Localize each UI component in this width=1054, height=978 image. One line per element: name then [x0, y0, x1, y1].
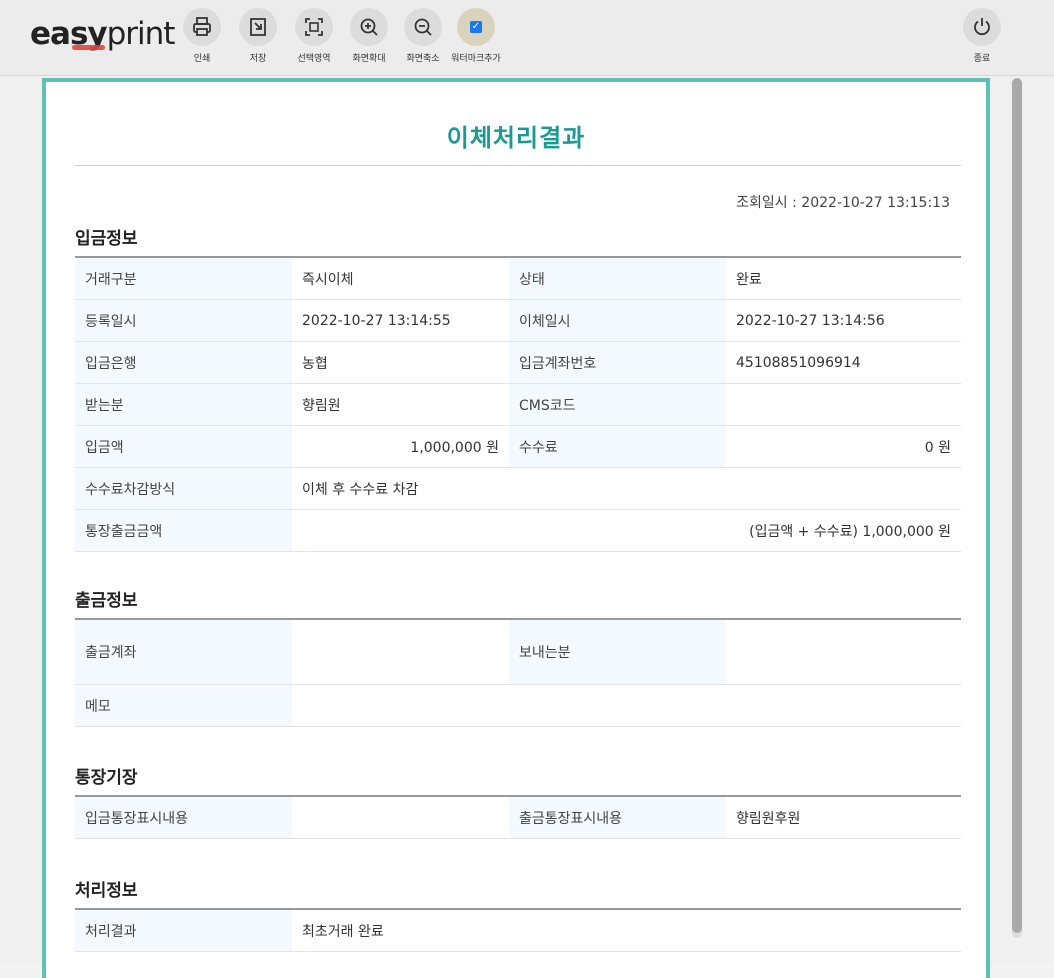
- table-row: 거래구분 즉시이체 상태 완료: [75, 256, 961, 300]
- watermark-label: 워터마크추가: [451, 54, 501, 64]
- deposit-heading: 입금정보: [75, 229, 138, 249]
- processing-table: 처리결과 최초거래 완료: [75, 908, 961, 952]
- label-cell: 메모: [75, 684, 292, 727]
- table-row: 입금통장표시내용 출금통장표시내용 향림원후원: [75, 795, 961, 839]
- label-cell: 처리결과: [75, 908, 292, 952]
- value-cell: 즉시이체: [292, 256, 509, 300]
- value-cell: 1,000,000 원: [292, 425, 509, 468]
- table-row: 받는분 향림원 CMS코드: [75, 383, 961, 426]
- toolbar: easyprint 인쇄 저장 선택영역 화면확대 화면축소 ✓ 워터마크추가 …: [0, 0, 1054, 76]
- checkbox-icon[interactable]: ✓: [470, 21, 482, 33]
- value-cell: 최초거래 완료: [292, 908, 961, 952]
- exit-button[interactable]: 종료: [950, 8, 1014, 64]
- label-cell: 상태: [509, 256, 726, 300]
- scrollbar-thumb[interactable]: [1012, 78, 1022, 933]
- value-cell: 이체 후 수수료 차감: [292, 467, 961, 510]
- value-cell: [726, 383, 961, 426]
- deposit-table: 거래구분 즉시이체 상태 완료 등록일시 2022-10-27 13:14:55…: [75, 256, 961, 552]
- document-page: 이체처리결과 조회일시 : 2022-10-27 13:15:13 입금정보 거…: [42, 78, 990, 978]
- save-icon: [250, 18, 266, 36]
- value-cell: [292, 795, 509, 839]
- withdrawal-heading: 출금정보: [75, 591, 138, 611]
- save-button[interactable]: 저장: [226, 8, 290, 64]
- value-cell: 완료: [726, 256, 961, 300]
- page-title: 이체처리결과: [446, 124, 586, 152]
- select-area-icon: [305, 18, 323, 36]
- label-cell: 보내는분: [509, 618, 726, 685]
- value-cell: (입금액 + 수수료) 1,000,000 원: [292, 509, 961, 552]
- table-row: 입금은행 농협 입금계좌번호 45108851096914: [75, 341, 961, 384]
- label-cell: 통장출금금액: [75, 509, 292, 552]
- value-cell: 45108851096914: [726, 341, 961, 384]
- value-cell: 향림원후원: [726, 795, 961, 839]
- zoom-in-icon: [360, 18, 378, 36]
- table-row: 출금계좌 보내는분: [75, 618, 961, 685]
- label-cell: 이체일시: [509, 299, 726, 342]
- label-cell: 출금계좌: [75, 618, 292, 685]
- table-row: 등록일시 2022-10-27 13:14:55 이체일시 2022-10-27…: [75, 299, 961, 342]
- table-row: 수수료차감방식 이체 후 수수료 차감: [75, 467, 961, 510]
- table-row: 처리결과 최초거래 완료: [75, 908, 961, 952]
- value-cell: [292, 618, 509, 685]
- value-cell: 0 원: [726, 425, 961, 468]
- printer-icon: [193, 17, 211, 36]
- label-cell: 거래구분: [75, 256, 292, 300]
- label-cell: 입금액: [75, 425, 292, 468]
- withdrawal-table: 출금계좌 보내는분 메모: [75, 618, 961, 727]
- value-cell: 2022-10-27 13:14:55: [292, 299, 509, 342]
- value-cell: 향림원: [292, 383, 509, 426]
- zoom-out-icon: [414, 18, 432, 36]
- print-button[interactable]: 인쇄: [170, 8, 234, 64]
- table-row: 메모: [75, 684, 961, 727]
- label-cell: 등록일시: [75, 299, 292, 342]
- value-cell: [292, 684, 961, 727]
- table-row: 입금액 1,000,000 원 수수료 0 원: [75, 425, 961, 468]
- passbook-heading: 통장기장: [75, 768, 138, 788]
- exit-label: 종료: [973, 54, 991, 64]
- label-cell: 받는분: [75, 383, 292, 426]
- label-cell: 입금계좌번호: [509, 341, 726, 384]
- label-cell: 출금통장표시내용: [509, 795, 726, 839]
- print-label: 인쇄: [193, 54, 211, 64]
- value-cell: 2022-10-27 13:14:56: [726, 299, 961, 342]
- value-cell: 농협: [292, 341, 509, 384]
- table-row: 통장출금금액 (입금액 + 수수료) 1,000,000 원: [75, 509, 961, 552]
- label-cell: 수수료차감방식: [75, 467, 292, 510]
- value-cell: [726, 618, 961, 685]
- label-cell: 수수료: [509, 425, 726, 468]
- easyprint-logo: easyprint: [30, 16, 175, 52]
- label-cell: 입금통장표시내용: [75, 795, 292, 839]
- inquiry-time: 조회일시 : 2022-10-27 13:15:13: [736, 195, 950, 211]
- title-divider: [75, 165, 961, 166]
- power-icon: [974, 18, 990, 36]
- passbook-table: 입금통장표시내용 출금통장표시내용 향림원후원: [75, 795, 961, 839]
- watermark-toggle[interactable]: ✓ 워터마크추가: [444, 8, 508, 64]
- processing-heading: 처리정보: [75, 881, 138, 901]
- label-cell: CMS코드: [509, 383, 726, 426]
- label-cell: 입금은행: [75, 341, 292, 384]
- save-label: 저장: [249, 54, 267, 64]
